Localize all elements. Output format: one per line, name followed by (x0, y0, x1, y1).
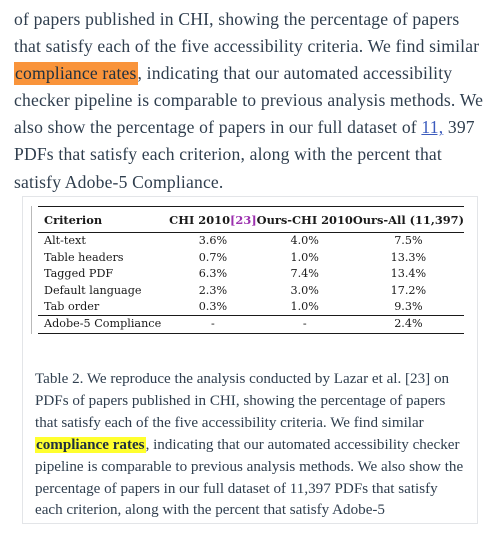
cell-chi-2010: 6.3% (198, 267, 228, 281)
cell-ours-chi-2010: - (256, 315, 353, 334)
table-body: Alt-text 3.6% 4.0% 7.5% Table headers 0.… (38, 232, 464, 334)
table-header-row: Criterion CHI 2010[23] Ours-CHI 2010 Our… (38, 206, 464, 233)
column-header-citation[interactable]: [23] (230, 213, 257, 227)
cell-chi-2010: 3.6% (169, 232, 257, 250)
table-row: Tagged PDF 6.3% 7.4% 13.4% (38, 266, 464, 282)
cell-ours-all: 13.4% (390, 267, 427, 281)
results-table: Criterion CHI 2010[23] Ours-CHI 2010 Our… (38, 206, 464, 334)
cell-ours-all: 17.2% (390, 283, 427, 297)
cell-ours-all: 9.3% (394, 300, 423, 314)
cell-criterion: Adobe-5 Compliance (38, 315, 170, 334)
orange-highlight-compliance-rates[interactable]: compliance rates (14, 62, 138, 86)
column-header-criterion: Criterion (38, 206, 170, 233)
cell-ours-all: 2.4% (352, 315, 464, 334)
dataset-count-link[interactable]: 11, (421, 117, 443, 137)
column-header-chi-2010: CHI 2010[23] (169, 206, 257, 233)
figure-caption: Table 2. We reproduce the analysis condu… (35, 369, 465, 523)
table-head: Criterion CHI 2010[23] Ours-CHI 2010 Our… (38, 206, 464, 233)
intro-paragraph-block: of papers published in CHI, showing the … (0, 0, 500, 196)
table-row: Alt-text 3.6% 4.0% 7.5% (38, 232, 464, 250)
yellow-highlight-compliance-rates[interactable]: compliance rates (35, 436, 146, 453)
cell-chi-2010: 2.3% (198, 283, 228, 297)
table-row-adobe-5-compliance: Adobe-5 Compliance - - 2.4% (38, 315, 464, 334)
cell-ours-chi-2010: 4.0% (256, 232, 353, 250)
cell-criterion: Tab order (44, 300, 100, 314)
table-row: Default language 2.3% 3.0% 17.2% (38, 283, 464, 299)
cell-criterion: Default language (44, 283, 142, 297)
intro-paragraph: of papers published in CHI, showing the … (14, 6, 486, 196)
cell-chi-2010: 0.3% (198, 300, 228, 314)
caption-text-before-highlight: Table 2. We reproduce the analysis condu… (35, 371, 450, 431)
table-row: Tab order 0.3% 1.0% 9.3% (38, 299, 464, 316)
cell-criterion: Table headers (44, 250, 124, 264)
cell-ours-chi-2010: 1.0% (290, 250, 319, 264)
table-bottom-rule (38, 333, 464, 334)
cell-criterion: Tagged PDF (44, 267, 114, 281)
cell-ours-all: 7.5% (352, 232, 464, 250)
figure-card: Criterion CHI 2010[23] Ours-CHI 2010 Our… (22, 196, 478, 524)
table-row: Table headers 0.7% 1.0% 13.3% (38, 250, 464, 266)
column-header-ours-all: Ours-All (11,397) (352, 206, 464, 233)
cell-ours-chi-2010: 7.4% (290, 267, 319, 281)
intro-text-before-highlight: of papers published in CHI, showing the … (14, 9, 480, 57)
cell-chi-2010: 0.7% (198, 250, 228, 264)
column-header-ours-chi-2010: Ours-CHI 2010 (256, 206, 353, 233)
table-image-clip: Criterion CHI 2010[23] Ours-CHI 2010 Our… (31, 206, 469, 356)
column-header-chi-2010-label: CHI 2010 (169, 213, 230, 227)
cell-criterion: Alt-text (38, 232, 170, 250)
table-image: Criterion CHI 2010[23] Ours-CHI 2010 Our… (31, 206, 469, 334)
document-page: of papers published in CHI, showing the … (0, 0, 500, 535)
cell-ours-all: 13.3% (390, 250, 427, 264)
cell-ours-chi-2010: 3.0% (290, 283, 319, 297)
cell-ours-chi-2010: 1.0% (290, 300, 319, 314)
cell-chi-2010: - (169, 315, 257, 334)
